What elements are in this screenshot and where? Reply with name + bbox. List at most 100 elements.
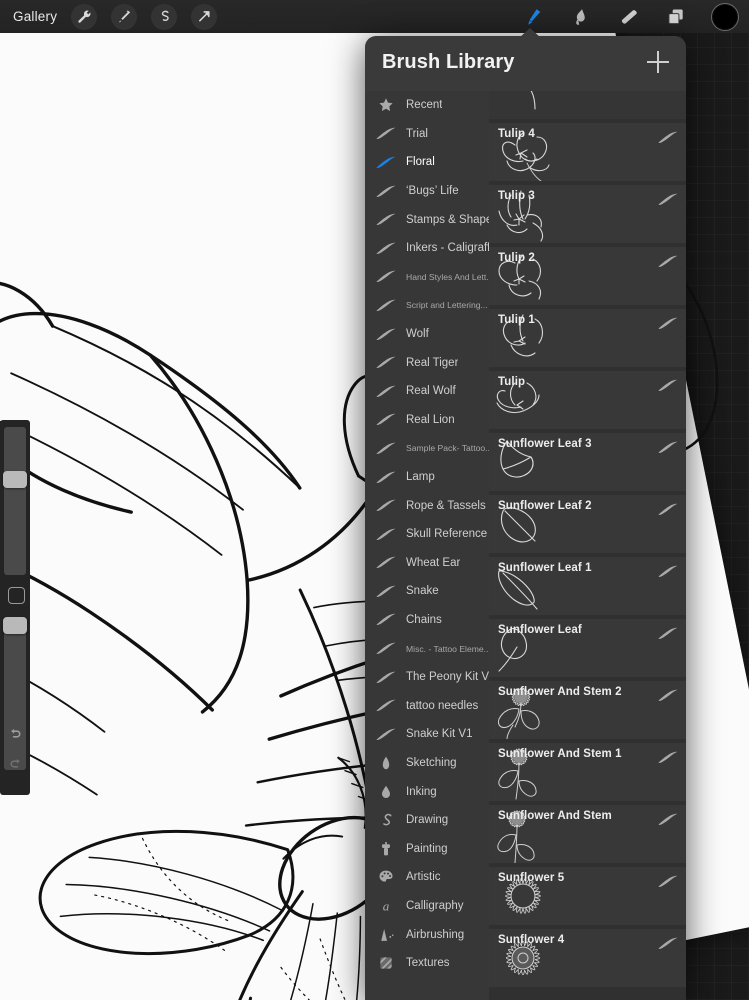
brush-row[interactable]: Sunflower Leaf 3 — [489, 433, 686, 491]
brush-set-item-calligraphy[interactable]: a Calligraphy — [365, 892, 489, 921]
brush-set-item-skull-reference[interactable]: Skull Reference — [365, 520, 489, 549]
brush-set-item-inking[interactable]: Inking — [365, 777, 489, 806]
brush-row[interactable]: Tulip 3 — [489, 185, 686, 243]
adjustments-wand-icon[interactable] — [111, 3, 138, 30]
brush-row[interactable]: Tulip 2 — [489, 247, 686, 305]
stroke-icon — [657, 193, 678, 205]
brush-set-item-snake[interactable]: Snake — [365, 577, 489, 606]
brush-row[interactable]: Sunflower Leaf — [489, 619, 686, 677]
stroke-icon — [657, 131, 678, 143]
brush-set-label: Painting — [406, 842, 448, 855]
brush-row[interactable]: Sunflower And Stem 2 — [489, 681, 686, 739]
actions-wrench-icon[interactable] — [71, 3, 98, 30]
brush-name: Sunflower Leaf 1 — [498, 562, 592, 574]
brush-set-item-textures[interactable]: Textures — [365, 949, 489, 978]
brush-set-label: Airbrushing — [406, 928, 465, 941]
redo-button[interactable] — [0, 750, 30, 776]
eraser-icon[interactable] — [615, 4, 641, 30]
brush-name: Sunflower And Stem 1 — [498, 748, 622, 760]
brush-set-list[interactable]: Recent Trial Floral ‘Bugs’ Life Stamps & Sha… — [365, 91, 489, 1000]
brush-set-item-wolf[interactable]: Wolf — [365, 320, 489, 349]
stroke-icon — [375, 555, 397, 571]
stroke-icon — [375, 240, 397, 256]
brush-set-item-rope-tassels[interactable]: Rope & Tassels — [365, 491, 489, 520]
brush-row[interactable]: Sunflower Leaf 2 — [489, 495, 686, 553]
brush-row[interactable]: Tulip 1 — [489, 309, 686, 367]
brush-set-item-real-lion[interactable]: Real Lion — [365, 406, 489, 435]
brush-row[interactable]: Sunflower And Stem 1 — [489, 743, 686, 801]
brush-set-item-painting[interactable]: Painting — [365, 834, 489, 863]
brush-set-label: Calligraphy — [406, 899, 464, 912]
brush-set-item-hand-styles-and-lett[interactable]: Hand Styles And Lett... — [365, 263, 489, 292]
stroke-icon — [375, 440, 397, 456]
brush-set-item-trial[interactable]: Trial — [365, 120, 489, 149]
color-swatch-button[interactable] — [711, 2, 739, 31]
star-icon — [375, 97, 397, 113]
brush-set-item-snake-kit-v1[interactable]: Snake Kit V1 — [365, 720, 489, 749]
brush-row[interactable]: Tulip — [489, 371, 686, 429]
hatch-square-icon — [375, 955, 397, 971]
airbrush-icon — [375, 927, 397, 943]
brush-name: Sunflower And Stem — [498, 810, 612, 822]
brush-set-item-inkers-caligraff[interactable]: Inkers - Caligraff — [365, 234, 489, 263]
brush-row[interactable]: Sunflower 4 — [489, 929, 686, 987]
brush-set-label: Stamps & Shapes — [406, 213, 489, 226]
brush-set-item-airbrushing[interactable]: Airbrushing — [365, 920, 489, 949]
brush-set-item-misc-tattoo-eleme[interactable]: Misc. - Tattoo Eleme... — [365, 634, 489, 663]
brush-set-item-recent[interactable]: Recent — [365, 91, 489, 120]
brush-row[interactable] — [489, 91, 686, 119]
brush-row[interactable]: Sunflower And Stem — [489, 805, 686, 863]
brush-name: Sunflower 5 — [498, 872, 565, 884]
squiggle-icon — [375, 812, 397, 828]
stroke-icon — [375, 355, 397, 371]
stroke-icon — [657, 751, 678, 763]
brush-set-item-bugs-life[interactable]: ‘Bugs’ Life — [365, 177, 489, 206]
stroke-icon — [657, 503, 678, 515]
brush-set-item-artistic[interactable]: Artistic — [365, 863, 489, 892]
brush-size-handle[interactable] — [3, 471, 27, 488]
brush-set-item-wheat-ear[interactable]: Wheat Ear — [365, 549, 489, 578]
stroke-icon — [375, 612, 397, 628]
selection-s-icon[interactable] — [151, 3, 178, 30]
stroke-icon — [375, 698, 397, 714]
ink-drop-icon — [375, 784, 397, 800]
brush-set-label: Misc. - Tattoo Eleme... — [406, 643, 489, 654]
brush-set-item-chains[interactable]: Chains — [365, 606, 489, 635]
gallery-button[interactable]: Gallery — [13, 9, 57, 24]
brush-set-item-real-wolf[interactable]: Real Wolf — [365, 377, 489, 406]
stroke-icon — [657, 379, 678, 391]
paint-brush-icon[interactable] — [519, 4, 545, 30]
brush-set-item-sample-pack-tattoo[interactable]: Sample Pack- Tattoo... — [365, 434, 489, 463]
brush-row[interactable]: Sunflower Leaf 1 — [489, 557, 686, 615]
brush-set-item-floral[interactable]: Floral — [365, 148, 489, 177]
brush-set-item-script-and-lettering[interactable]: Script and Lettering... — [365, 291, 489, 320]
brush-name: Tulip 1 — [498, 314, 535, 326]
brush-set-item-sketching[interactable]: Sketching — [365, 749, 489, 778]
transform-arrow-icon[interactable] — [191, 3, 218, 30]
brush-set-item-tattoo-needles[interactable]: tattoo needles — [365, 691, 489, 720]
brush-size-slider[interactable] — [3, 427, 27, 575]
brush-set-label: Skull Reference — [406, 528, 488, 541]
brush-name: Tulip 2 — [498, 252, 535, 264]
modify-button[interactable] — [8, 587, 25, 604]
brush-set-item-the-peony-kit-v1[interactable]: The Peony Kit V1 — [365, 663, 489, 692]
stroke-icon — [657, 255, 678, 267]
stroke-icon — [375, 412, 397, 428]
layers-icon[interactable] — [663, 4, 689, 30]
smudge-icon[interactable] — [567, 4, 593, 30]
brush-set-item-stamps-shapes[interactable]: Stamps & Shapes — [365, 205, 489, 234]
brush-set-label: Wolf — [406, 328, 429, 341]
brush-list[interactable]: Tulip 4 Tulip 3 Tulip 2 Tulip 1 Tulip Sunflow… — [489, 91, 686, 1000]
brush-row[interactable]: Sunflower 5 — [489, 867, 686, 925]
brush-opacity-slider[interactable] — [3, 617, 27, 770]
brush-set-item-lamp[interactable]: Lamp — [365, 463, 489, 492]
brush-set-item-real-tiger[interactable]: Real Tiger — [365, 348, 489, 377]
brush-set-label: Artistic — [406, 871, 441, 884]
stroke-icon — [375, 641, 397, 657]
brush-row[interactable]: Tulip 4 — [489, 123, 686, 181]
add-brush-set-icon[interactable] — [647, 51, 669, 73]
brush-set-label: Snake — [406, 585, 439, 598]
brush-set-item-drawing[interactable]: Drawing — [365, 806, 489, 835]
brush-opacity-handle[interactable] — [3, 617, 27, 634]
undo-button[interactable] — [0, 720, 30, 746]
